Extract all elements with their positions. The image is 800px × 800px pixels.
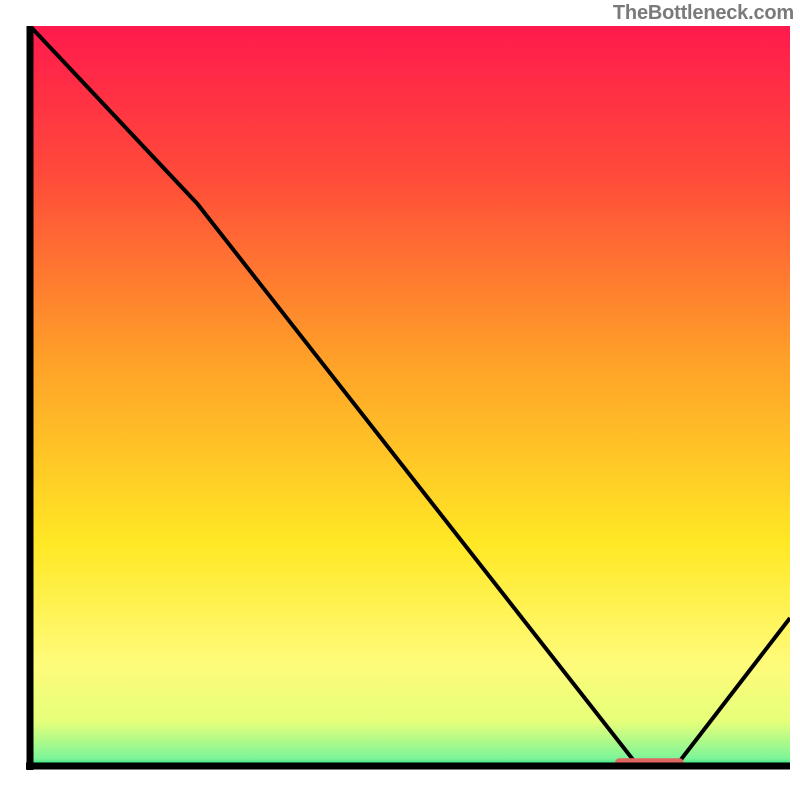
bottleneck-chart — [10, 26, 790, 786]
plot-area — [30, 26, 790, 767]
attribution-text: TheBottleneck.com — [613, 2, 794, 25]
gradient-background — [30, 26, 790, 766]
